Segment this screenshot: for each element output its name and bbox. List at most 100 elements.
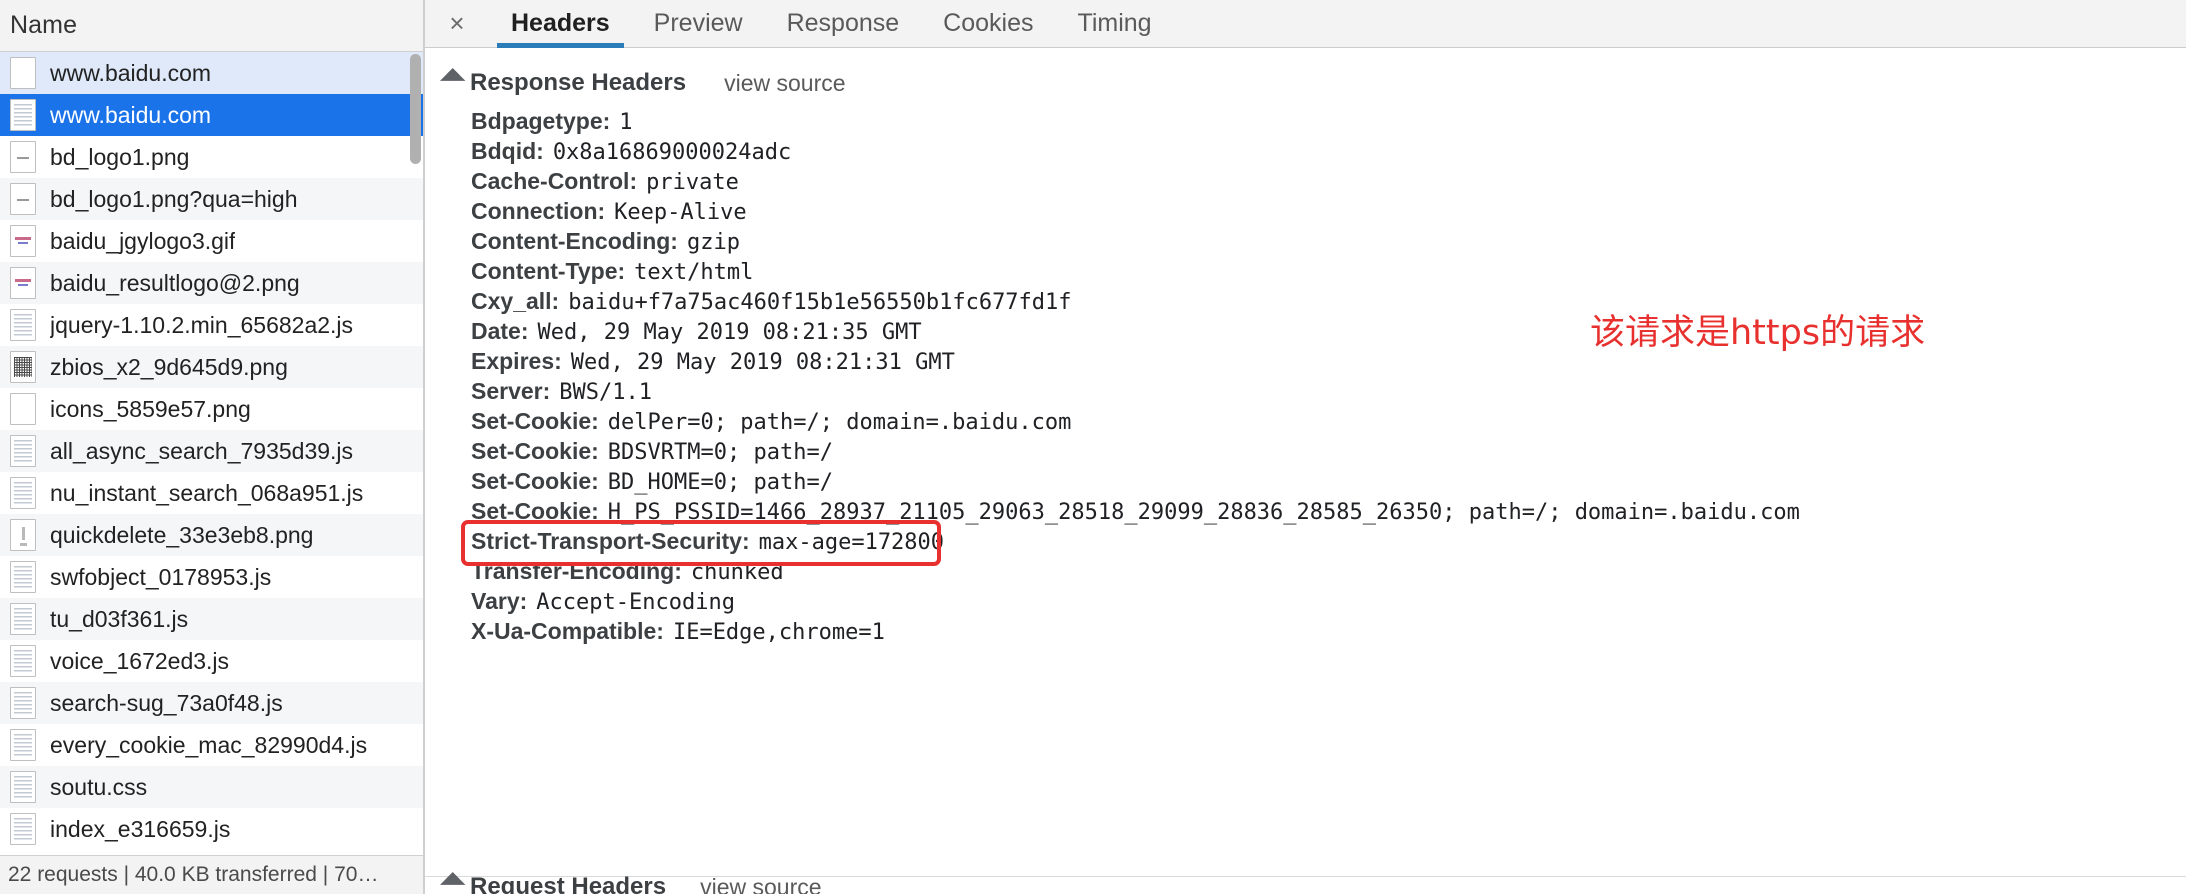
request-list[interactable]: www.baidu.com www.baidu.com bd_logo1.png bd… (0, 52, 423, 855)
scrollbar-thumb[interactable] (410, 54, 421, 164)
header-name: Set-Cookie: (471, 408, 599, 434)
request-name-label: quickdelete_33e3eb8.png (50, 521, 314, 548)
document-icon (10, 561, 36, 593)
tab-label: Headers (511, 9, 610, 37)
blank-document-icon (10, 57, 36, 89)
red-annotation-text: 该请求是https的请求 (1590, 313, 1926, 353)
tab-label: Timing (1077, 9, 1152, 37)
request-list-item[interactable]: jquery-1.10.2.min_65682a2.js (0, 304, 423, 346)
request-list-item[interactable]: voice_1672ed3.js (0, 640, 423, 682)
request-list-item[interactable]: search-sug_73a0f48.js (0, 682, 423, 724)
header-name: Cache-Control: (471, 168, 638, 194)
header-value: chunked (690, 560, 784, 585)
request-list-item[interactable]: tu_d03f361.js (0, 598, 423, 640)
request-name-label: www.baidu.com (50, 59, 212, 86)
chevron-down-icon-request[interactable] (439, 872, 466, 894)
header-value: BDSVRTM=0; path=/ (607, 440, 833, 465)
header-value: private (646, 170, 739, 195)
header-name: Connection: (471, 198, 606, 224)
request-list-item[interactable]: index_e316659.js (0, 808, 423, 850)
document-icon (10, 477, 36, 509)
header-name: Set-Cookie: (471, 468, 599, 494)
request-list-item[interactable]: soutu.css (0, 766, 423, 808)
header-name: Bdqid: (471, 138, 544, 164)
request-headers-title: Request Headers (470, 873, 667, 894)
header-row: Strict-Transport-Security: max-age=172800 (425, 528, 2186, 558)
header-row: Set-Cookie: delPer=0; path=/; domain=.bai… (425, 408, 2186, 438)
chevron-down-icon[interactable] (439, 68, 466, 94)
header-row: Content-Type: text/html (425, 258, 2186, 288)
tab-timing[interactable]: Timing (1056, 0, 1174, 48)
request-name-label: baidu_jgylogo3.gif (50, 227, 236, 254)
tab-label: Preview (653, 9, 743, 37)
document-icon (10, 813, 36, 845)
request-list-item[interactable]: baidu_resultlogo@2.png (0, 262, 423, 304)
request-name-label: jquery-1.10.2.min_65682a2.js (50, 311, 354, 338)
header-row: Set-Cookie: BD_HOME=0; path=/ (425, 468, 2186, 498)
response-headers-title: Response Headers (470, 69, 687, 96)
blank-document-icon (10, 393, 36, 425)
header-value: 0x8a16869000024adc (552, 140, 792, 165)
header-value: delPer=0; path=/; domain=.baidu.com (607, 410, 1072, 435)
request-headers-section-header[interactable]: Request Headers view source (439, 872, 822, 894)
request-list-item[interactable]: nu_instant_search_068a951.js (0, 472, 423, 514)
request-list-panel: Name www.baidu.com www.baidu.com bd_logo1.… (0, 0, 425, 894)
header-row: Transfer-Encoding: chunked (425, 558, 2186, 588)
tab-cookies[interactable]: Cookies (921, 0, 1055, 48)
header-value: 1 (619, 110, 633, 135)
request-headers-strip: Request Headers view source (425, 872, 2186, 894)
document-icon (10, 603, 36, 635)
header-row: Set-Cookie: BDSVRTM=0; path=/ (425, 438, 2186, 468)
request-list-item[interactable]: quickdelete_33e3eb8.png (0, 514, 423, 556)
tab-strip: Headers Preview Response Cookies Timing (489, 0, 1174, 48)
request-name-label: search-sug_73a0f48.js (50, 689, 283, 716)
header-row: Vary: Accept-Encoding (425, 588, 2186, 618)
request-list-item[interactable]: swfobject_0178953.js (0, 556, 423, 598)
header-value: IE=Edge,chrome=1 (672, 620, 885, 645)
header-name: Cxy_all: (471, 288, 560, 314)
view-source-link-request[interactable]: view source (700, 874, 821, 894)
header-value: Keep-Alive (614, 200, 747, 225)
tab-preview[interactable]: Preview (632, 0, 765, 48)
header-name: Date: (471, 318, 529, 344)
request-name-label: bd_logo1.png?qua=high (50, 185, 298, 212)
view-source-link-response[interactable]: view source (724, 70, 845, 97)
image-icon (10, 225, 36, 257)
header-row: Connection: Keep-Alive (425, 198, 2186, 228)
request-name-label: nu_instant_search_068a951.js (50, 479, 364, 506)
close-icon[interactable]: × (439, 6, 475, 42)
name-column-label: Name (10, 11, 78, 39)
document-icon (10, 729, 36, 761)
header-row: X-Ua-Compatible: IE=Edge,chrome=1 (425, 618, 2186, 648)
request-name-label: swfobject_0178953.js (50, 563, 272, 590)
name-column-header[interactable]: Name (0, 0, 423, 52)
dash-image-icon (10, 141, 36, 173)
request-list-item[interactable]: icons_5859e57.png (0, 388, 423, 430)
request-list-item[interactable]: every_cookie_mac_82990d4.js (0, 724, 423, 766)
request-detail-panel: × Headers Preview Response Cookies Timing Re… (425, 0, 2186, 894)
request-list-item[interactable]: www.baidu.com (0, 94, 423, 136)
header-name: Content-Type: (471, 258, 626, 284)
tab-response[interactable]: Response (765, 0, 922, 48)
document-icon (10, 687, 36, 719)
tab-headers[interactable]: Headers (489, 0, 632, 48)
request-list-item[interactable]: www.baidu.com (0, 52, 423, 94)
headers-scroll-area[interactable]: Response Headers view source Bdpagetype:… (425, 48, 2186, 876)
request-list-item[interactable]: zbios_x2_9d645d9.png (0, 346, 423, 388)
response-headers-section-header[interactable]: Response Headers view source (425, 66, 2186, 100)
request-list-item[interactable]: bd_logo1.png?qua=high (0, 178, 423, 220)
request-name-label: all_async_search_7935d39.js (50, 437, 354, 464)
document-icon (10, 99, 36, 131)
request-list-item[interactable]: all_async_search_7935d39.js (0, 430, 423, 472)
devtools-network-panel: Name www.baidu.com www.baidu.com bd_logo1.… (0, 0, 2186, 894)
request-list-item[interactable]: bd_logo1.png (0, 136, 423, 178)
header-value: max-age=172800 (758, 530, 945, 555)
request-list-item[interactable]: baidu_jgylogo3.gif (0, 220, 423, 262)
header-value: H_PS_PSSID=1466_28937_21105_29063_28518_… (607, 500, 1800, 525)
status-summary-text: 22 requests | 40.0 KB transferred | 70… (8, 863, 379, 886)
header-name: Strict-Transport-Security: (471, 528, 750, 554)
request-list-scrollbar[interactable] (410, 54, 421, 624)
tab-label: Response (786, 9, 900, 37)
request-name-label: soutu.css (50, 773, 148, 800)
header-name: Set-Cookie: (471, 438, 599, 464)
